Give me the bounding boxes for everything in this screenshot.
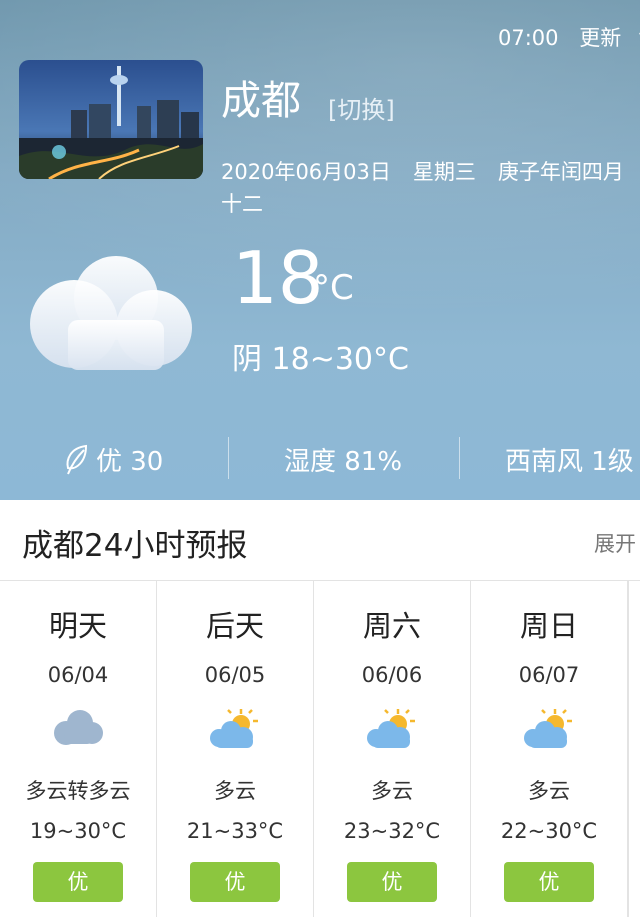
forecast-day: 周日 <box>519 609 578 643</box>
forecast-date: 06/04 <box>47 663 109 687</box>
forecast-card[interactable]: 后天 06/05 多云 21~33°C 优 <box>157 581 314 917</box>
current-condition: 阴 18~30°C <box>232 342 409 377</box>
forecast-card[interactable]: 周六 06/06 多云 23~32°C 优 <box>314 581 471 917</box>
forecast-condition: 多云 <box>528 779 570 803</box>
refresh-button[interactable]: 更新 <box>579 26 621 50</box>
forecast-header: 成都24小时预报 展开 <box>0 500 640 581</box>
weekday-text: 星期三 <box>412 160 476 184</box>
update-time: 07:00 <box>498 26 559 50</box>
switch-city-link[interactable]: [切换] <box>328 90 395 125</box>
leaf-icon <box>66 444 88 475</box>
city-name: 成都 <box>221 78 301 124</box>
forecast-day: 周六 <box>362 609 421 643</box>
forecast-date: 06/07 <box>518 663 580 687</box>
metrics-divider <box>228 437 229 479</box>
expand-button[interactable]: 展开 <box>594 528 636 558</box>
current-temperature: 18 <box>232 236 324 320</box>
forecast-date: 06/05 <box>204 663 266 687</box>
metrics-divider <box>459 437 460 479</box>
forecast-title: 成都24小时预报 <box>22 528 248 564</box>
forecast-temp: 19~30°C <box>29 819 127 843</box>
date-line: 2020年06月03日 星期三 庚子年闰四月十二 <box>221 156 640 220</box>
forecast-card-partial[interactable] <box>628 581 640 917</box>
cloud-icon <box>50 707 106 751</box>
forecast-temp: 23~32°C <box>343 819 441 843</box>
forecast-condition: 多云 <box>371 779 413 803</box>
aqi-badge: 优 <box>504 862 594 902</box>
date-text: 2020年06月03日 <box>221 160 391 184</box>
forecast-card[interactable]: 周日 06/07 多云 22~30°C 优 <box>471 581 628 917</box>
metrics-bar: 优 30 湿度 81% 西南风 1级 <box>0 437 640 481</box>
forecast-condition: 多云转多云 <box>25 779 131 803</box>
forecast-temp: 21~33°C <box>186 819 284 843</box>
forecast-card[interactable]: 明天 06/04 多云转多云 19~30°C 优 <box>0 581 157 917</box>
forecast-condition: 多云 <box>214 779 256 803</box>
wind: 西南风 1级 <box>505 447 634 477</box>
cloudy-icon <box>28 250 198 375</box>
aqi-badge: 优 <box>347 862 437 902</box>
forecast-day: 明天 <box>48 609 107 643</box>
air-quality-value: 优 30 <box>96 447 164 477</box>
air-quality[interactable]: 优 30 <box>64 441 163 478</box>
status-bar: 07:00 更新 ↻ <box>498 22 640 52</box>
forecast-temp: 22~30°C <box>500 819 598 843</box>
aqi-badge: 优 <box>190 862 280 902</box>
aqi-badge: 优 <box>33 862 123 902</box>
forecast-cards: 明天 06/04 多云转多云 19~30°C 优 后天 06/05 多云 21~… <box>0 581 640 917</box>
partly-cloudy-icon <box>207 707 263 751</box>
partly-cloudy-icon <box>521 707 577 751</box>
forecast-day: 后天 <box>205 609 264 643</box>
weather-hero: 07:00 更新 ↻ 成都 <box>0 0 640 500</box>
city-photo <box>19 60 203 179</box>
partly-cloudy-icon <box>364 707 420 751</box>
humidity: 湿度 81% <box>284 447 403 477</box>
forecast-date: 06/06 <box>361 663 423 687</box>
temperature-unit: °C <box>313 268 354 308</box>
